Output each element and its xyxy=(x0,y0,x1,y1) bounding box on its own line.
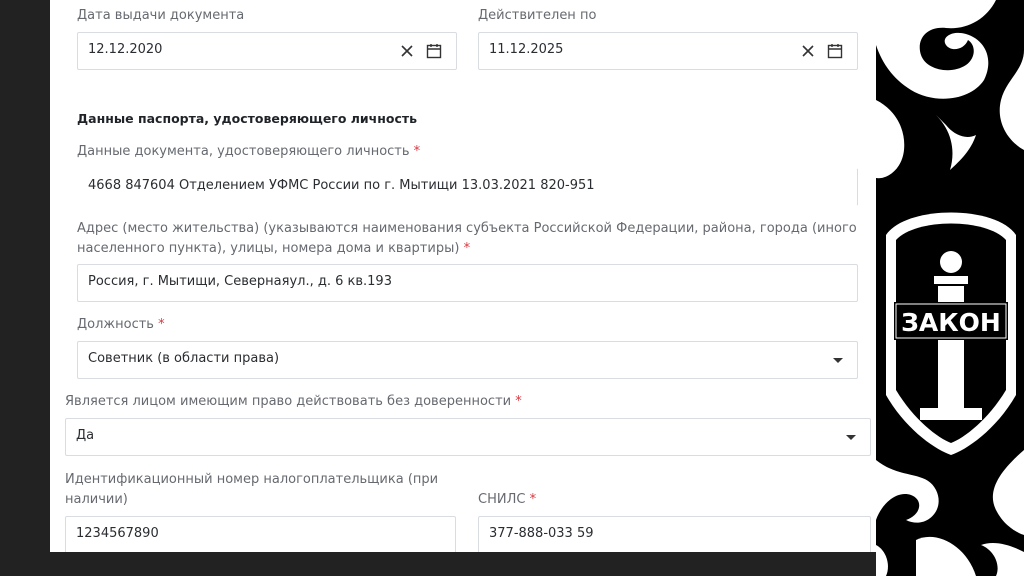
calendar-icon[interactable] xyxy=(426,43,442,59)
issue-date-field[interactable]: 12.12.2020 xyxy=(77,32,457,70)
snils-value: 377-888-033 59 xyxy=(489,526,594,541)
inn-value: 1234567890 xyxy=(76,526,159,541)
snils-label: СНИЛС * xyxy=(478,492,537,507)
chevron-down-icon[interactable] xyxy=(833,358,843,363)
issue-date-value: 12.12.2020 xyxy=(88,42,163,57)
passport-doc-value: 4668 847604 Отделением УФМС России по г.… xyxy=(88,178,595,193)
passport-doc-field[interactable]: 4668 847604 Отделением УФМС России по г.… xyxy=(77,168,858,206)
inn-field[interactable]: 1234567890 xyxy=(65,516,456,552)
close-icon[interactable] xyxy=(800,43,816,59)
form-card: Дата выдачи документа 12.12.2020 Действи… xyxy=(50,0,876,552)
inn-label: Идентификационный номер налогоплательщик… xyxy=(65,472,439,507)
position-label: Должность * xyxy=(77,317,165,332)
close-icon[interactable] xyxy=(399,43,415,59)
snils-field[interactable]: 377-888-033 59 xyxy=(478,516,871,552)
address-field[interactable]: Россия, г. Мытищи, Севернаяул., д. 6 кв.… xyxy=(77,264,858,302)
valid-date-label: Действителен по xyxy=(478,8,597,23)
position-select[interactable]: Советник (в области права) xyxy=(77,341,858,379)
chevron-down-icon[interactable] xyxy=(846,435,856,440)
decorative-side-panel: ЗАКОН xyxy=(876,0,1024,576)
authority-select[interactable]: Да xyxy=(65,418,871,456)
issue-date-label: Дата выдачи документа xyxy=(77,8,245,23)
address-value: Россия, г. Мытищи, Севернаяул., д. 6 кв.… xyxy=(88,274,392,289)
passport-doc-label: Данные документа, удостоверяющего личнос… xyxy=(77,144,421,159)
authority-label: Является лицом имеющим право действовать… xyxy=(65,394,522,409)
logo-text: ЗАКОН xyxy=(901,308,1001,337)
calendar-icon[interactable] xyxy=(827,43,843,59)
passport-section-title: Данные паспорта, удостоверяющего личност… xyxy=(77,111,418,126)
valid-date-field[interactable]: 11.12.2025 xyxy=(478,32,858,70)
authority-value: Да xyxy=(76,428,95,443)
ornament-pattern: ЗАКОН xyxy=(876,0,1024,576)
position-value: Советник (в области права) xyxy=(88,351,280,366)
valid-date-value: 11.12.2025 xyxy=(489,42,564,57)
address-label: Адрес (место жительства) (указываются на… xyxy=(77,221,857,256)
